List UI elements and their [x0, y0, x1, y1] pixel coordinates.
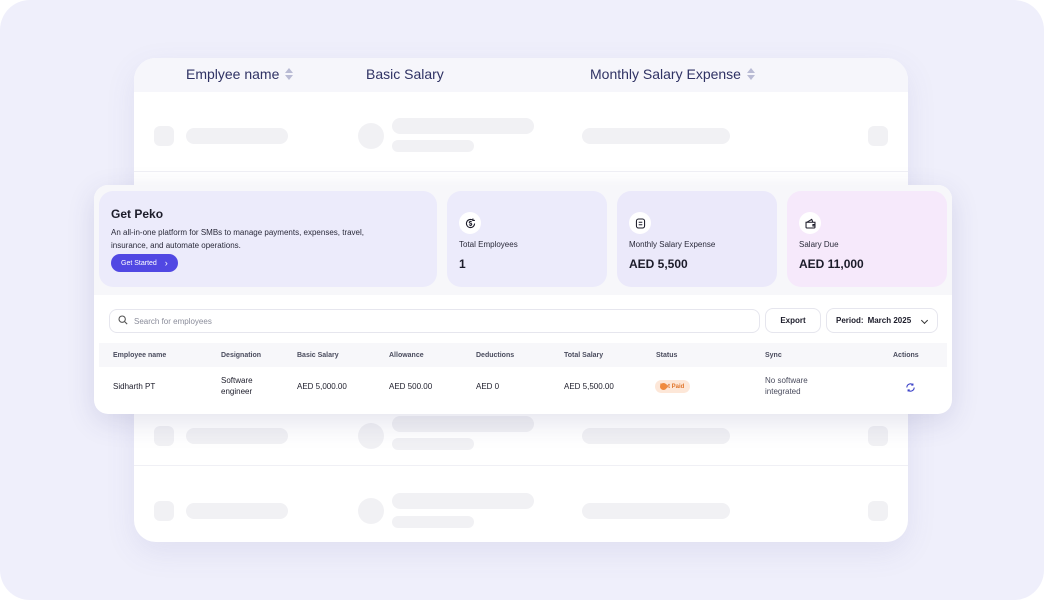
cell-sync-line: integrated [765, 387, 801, 396]
column-header-label: Emplyee name [186, 66, 280, 82]
cell-basic-salary: AED 5,000.00 [297, 382, 347, 391]
cell-designation-line: Software [221, 376, 253, 385]
summary-cards: Get Peko An all-in-one platform for SMBs… [94, 185, 952, 295]
search-box[interactable] [109, 309, 760, 333]
cell-employee-name: Sidharth PT [113, 382, 156, 391]
stat-value: 1 [459, 257, 466, 271]
background-table-header: Emplyee name Basic Salary Monthly Salary… [134, 58, 908, 92]
column-header-label: Basic Salary [366, 66, 444, 82]
cell-total-salary: AED 5,500.00 [564, 382, 614, 391]
search-input[interactable] [134, 316, 734, 326]
column-header-employee-name[interactable]: Emplyee name [186, 66, 294, 82]
sort-icon[interactable] [285, 68, 294, 80]
wallet-icon [799, 212, 821, 234]
column-header-monthly-salary-expense[interactable]: Monthly Salary Expense [590, 66, 755, 82]
cell-designation: Software engineer [221, 375, 253, 397]
stat-value: AED 5,500 [629, 257, 688, 271]
header-allowance: Allowance [389, 352, 424, 359]
stat-card-monthly-salary-expense: Monthly Salary Expense AED 5,500 [617, 191, 777, 287]
header-employee-name: Employee name [113, 352, 167, 359]
stat-label: Monthly Salary Expense [629, 240, 716, 249]
stat-card-total-employees: Total Employees 1 [447, 191, 607, 287]
header-actions: Actions [893, 352, 919, 359]
stat-value: AED 11,000 [799, 257, 864, 271]
status-dot-icon [660, 383, 667, 390]
chevron-right-icon: › [164, 257, 168, 268]
dollar-refresh-icon [459, 212, 481, 234]
sort-icon[interactable] [746, 68, 755, 80]
document-list-icon [629, 212, 651, 234]
header-deductions: Deductions [476, 352, 515, 359]
promo-title: Get Peko [111, 207, 164, 221]
cell-sync-line: No software [765, 376, 808, 385]
get-started-button[interactable]: Get Started › [111, 254, 178, 272]
skeleton-row [134, 466, 908, 538]
period-select[interactable]: Period: March 2025 [826, 308, 938, 333]
cell-allowance: AED 500.00 [389, 382, 433, 391]
header-status: Status [656, 352, 678, 359]
get-peko-card: Get Peko An all-in-one platform for SMBs… [99, 191, 437, 287]
skeleton-row [134, 100, 908, 172]
column-header-basic-salary: Basic Salary [366, 66, 444, 82]
header-designation: Designation [221, 352, 262, 359]
canvas: Emplyee name Basic Salary Monthly Salary… [0, 0, 1044, 600]
period-value: March 2025 [867, 316, 912, 325]
stat-card-salary-due: Salary Due AED 11,000 [787, 191, 947, 287]
get-started-label: Get Started [121, 259, 157, 267]
table-header: Employee name Designation Basic Salary A… [99, 343, 947, 367]
chevron-down-icon [920, 316, 929, 325]
payroll-panel: Get Peko An all-in-one platform for SMBs… [94, 185, 952, 414]
header-basic-salary: Basic Salary [297, 352, 339, 359]
promo-text: An all-in-one platform for SMBs to manag… [111, 228, 365, 250]
stat-label: Salary Due [799, 240, 839, 249]
column-header-label: Monthly Salary Expense [590, 66, 741, 82]
cell-sync: No software integrated [765, 375, 808, 397]
employee-table-section: Export Period: March 2025 Employee name … [94, 295, 952, 414]
period-label: Period: [836, 316, 864, 325]
sync-icon[interactable] [905, 382, 917, 394]
cell-designation-line: engineer [221, 387, 253, 396]
export-button[interactable]: Export [765, 308, 821, 333]
status-badge: Not Paid [655, 380, 691, 393]
stat-label: Total Employees [459, 240, 518, 249]
header-sync: Sync [765, 352, 782, 359]
search-icon [118, 312, 128, 330]
header-total-salary: Total Salary [564, 352, 604, 359]
cell-deductions: AED 0 [476, 382, 500, 391]
table-row[interactable]: Sidharth PT Software engineer AED 5,000.… [99, 367, 947, 407]
